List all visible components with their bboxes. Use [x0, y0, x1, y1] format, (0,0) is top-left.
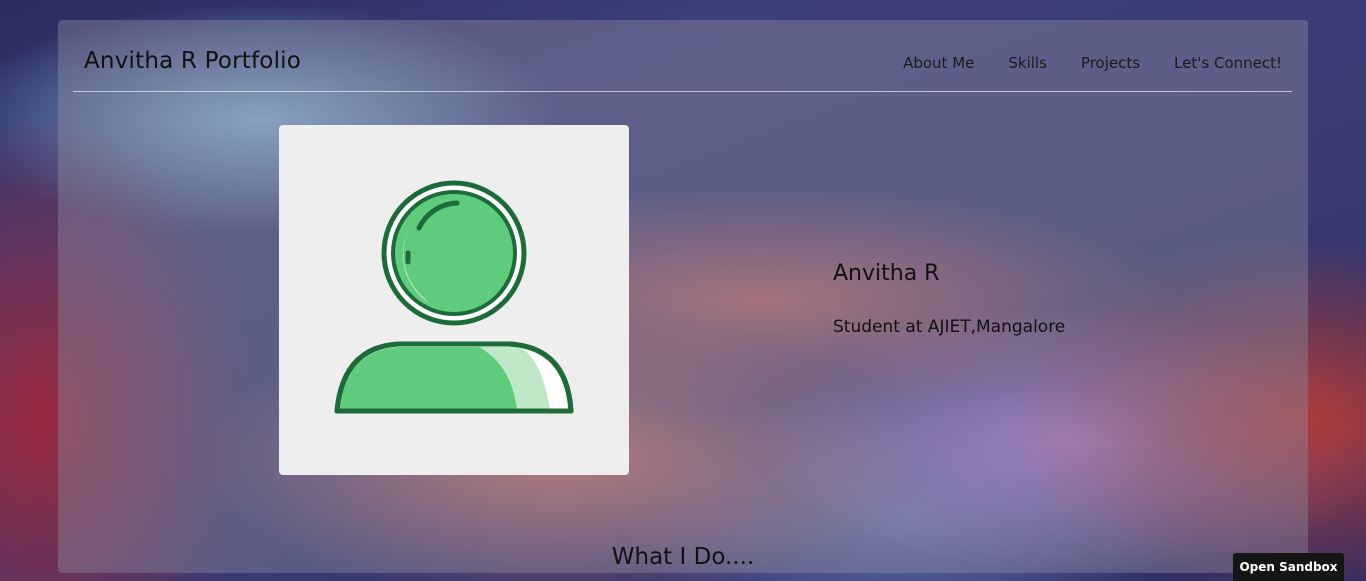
- open-sandbox-button[interactable]: Open Sandbox: [1233, 553, 1344, 581]
- nav-item-lets-connect[interactable]: Let's Connect!: [1174, 54, 1282, 72]
- site-brand[interactable]: Anvitha R Portfolio: [84, 48, 301, 74]
- nav-item-projects[interactable]: Projects: [1081, 54, 1140, 72]
- profile-subtitle: Student at AJIET,Mangalore: [833, 317, 1066, 337]
- nav-item-about-me[interactable]: About Me: [903, 54, 974, 72]
- portfolio-card: Anvitha R Portfolio About Me Skills Proj…: [58, 20, 1308, 573]
- main-nav: About Me Skills Projects Let's Connect!: [903, 54, 1282, 72]
- profile-avatar: [279, 125, 629, 475]
- header-divider: [73, 91, 1292, 92]
- profile-name: Anvitha R: [833, 261, 940, 286]
- section-title-what-i-do: What I Do....: [611, 544, 755, 570]
- nav-item-skills[interactable]: Skills: [1008, 54, 1047, 72]
- user-avatar-icon: [334, 180, 574, 414]
